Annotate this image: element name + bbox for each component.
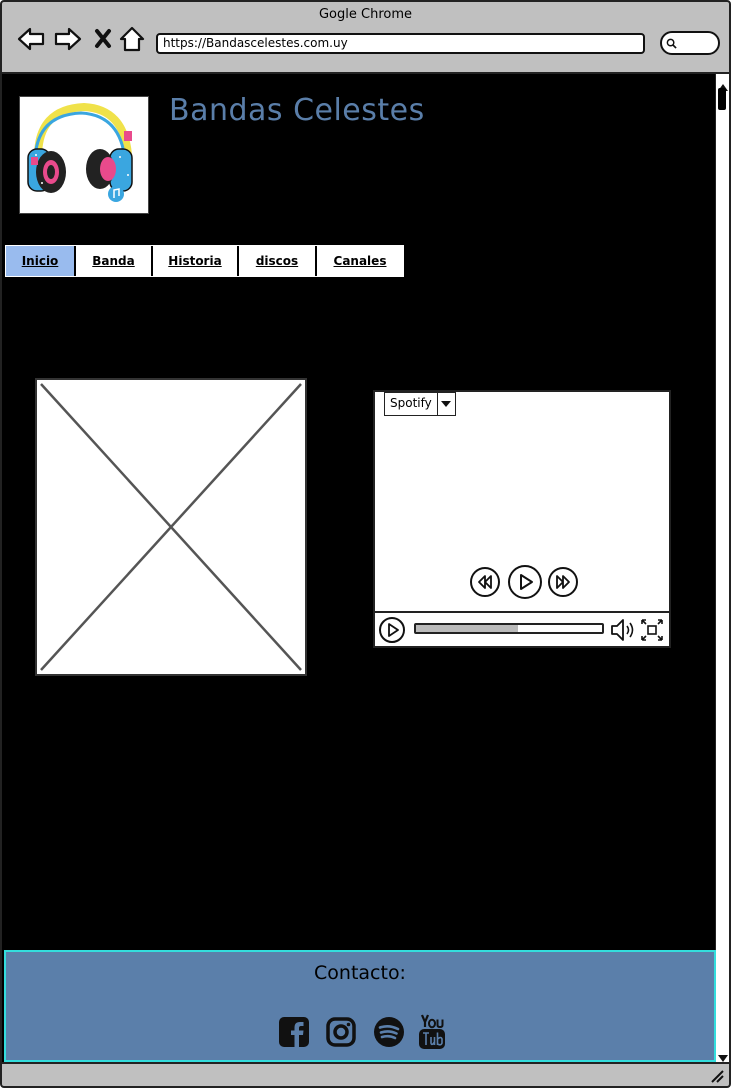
youtube-icon	[419, 1014, 445, 1049]
fast-forward-button[interactable]	[547, 566, 579, 598]
play-button[interactable]	[507, 564, 543, 600]
vertical-scrollbar[interactable]	[715, 74, 729, 1062]
play-icon	[508, 565, 542, 599]
instagram-icon	[326, 1017, 356, 1047]
volume-icon	[611, 619, 634, 641]
page-content: Bandas Celestes Inicio Banda Historia di…	[2, 74, 715, 1060]
tab-inicio[interactable]: Inicio	[6, 246, 76, 276]
player-control-bar	[375, 611, 669, 646]
play-icon	[379, 617, 405, 643]
scroll-thumb[interactable]	[718, 88, 726, 110]
image-placeholder	[35, 378, 307, 676]
fullscreen-button[interactable]	[640, 618, 664, 642]
scroll-up-button[interactable]	[717, 77, 729, 91]
search-icon	[666, 38, 677, 49]
close-icon	[95, 29, 111, 48]
facebook-icon	[279, 1017, 309, 1047]
arrow-right-icon	[54, 27, 82, 51]
youtube-link[interactable]	[417, 1014, 447, 1050]
site-logo[interactable]	[19, 96, 149, 214]
player-source-select[interactable]: Spotify	[384, 392, 456, 416]
chevron-down-icon	[438, 393, 455, 415]
instagram-link[interactable]	[325, 1016, 357, 1048]
scroll-down-button[interactable]	[717, 1049, 729, 1062]
resize-grip-icon[interactable]	[709, 1068, 725, 1084]
spotify-icon	[374, 1017, 404, 1047]
image-placeholder-cross	[40, 383, 302, 671]
tab-historia[interactable]: Historia	[153, 246, 239, 276]
media-player: Spotify	[373, 390, 671, 648]
footer-title: Contacto:	[314, 962, 406, 984]
playback-progress-fill	[416, 625, 519, 632]
rewind-icon	[470, 567, 500, 597]
main-nav-tabs: Inicio Banda Historia discos Canales	[5, 245, 404, 277]
browser-window: Gogle Chrome https://Bandascelestes.com.…	[0, 0, 731, 1088]
tab-banda[interactable]: Banda	[76, 246, 153, 276]
playback-progress-bar[interactable]	[414, 623, 604, 634]
facebook-link[interactable]	[278, 1016, 310, 1048]
rewind-button[interactable]	[469, 566, 501, 598]
headphones-icon	[27, 102, 133, 202]
tab-discos[interactable]: discos	[239, 246, 317, 276]
fast-forward-icon	[548, 567, 578, 597]
contact-footer: Contacto:	[4, 950, 716, 1062]
fullscreen-icon	[641, 619, 663, 641]
browser-titlebar: Gogle Chrome https://Bandascelestes.com.…	[2, 2, 729, 74]
url-bar[interactable]: https://Bandascelestes.com.uy	[156, 33, 645, 54]
home-icon	[119, 26, 145, 52]
back-button[interactable]	[16, 24, 46, 54]
volume-button[interactable]	[609, 617, 637, 643]
tab-canales[interactable]: Canales	[317, 246, 403, 276]
bar-play-button[interactable]	[378, 616, 406, 644]
home-button[interactable]	[117, 24, 147, 54]
arrow-left-icon	[17, 27, 45, 51]
window-title: Gogle Chrome	[318, 7, 412, 22]
forward-button[interactable]	[53, 24, 83, 54]
browser-statusbar	[2, 1062, 729, 1086]
browser-search-field[interactable]	[660, 31, 720, 55]
spotify-link[interactable]	[373, 1016, 405, 1048]
site-title: Bandas Celestes	[169, 93, 425, 128]
player-source-label: Spotify	[385, 393, 438, 415]
stop-button[interactable]	[88, 24, 118, 54]
